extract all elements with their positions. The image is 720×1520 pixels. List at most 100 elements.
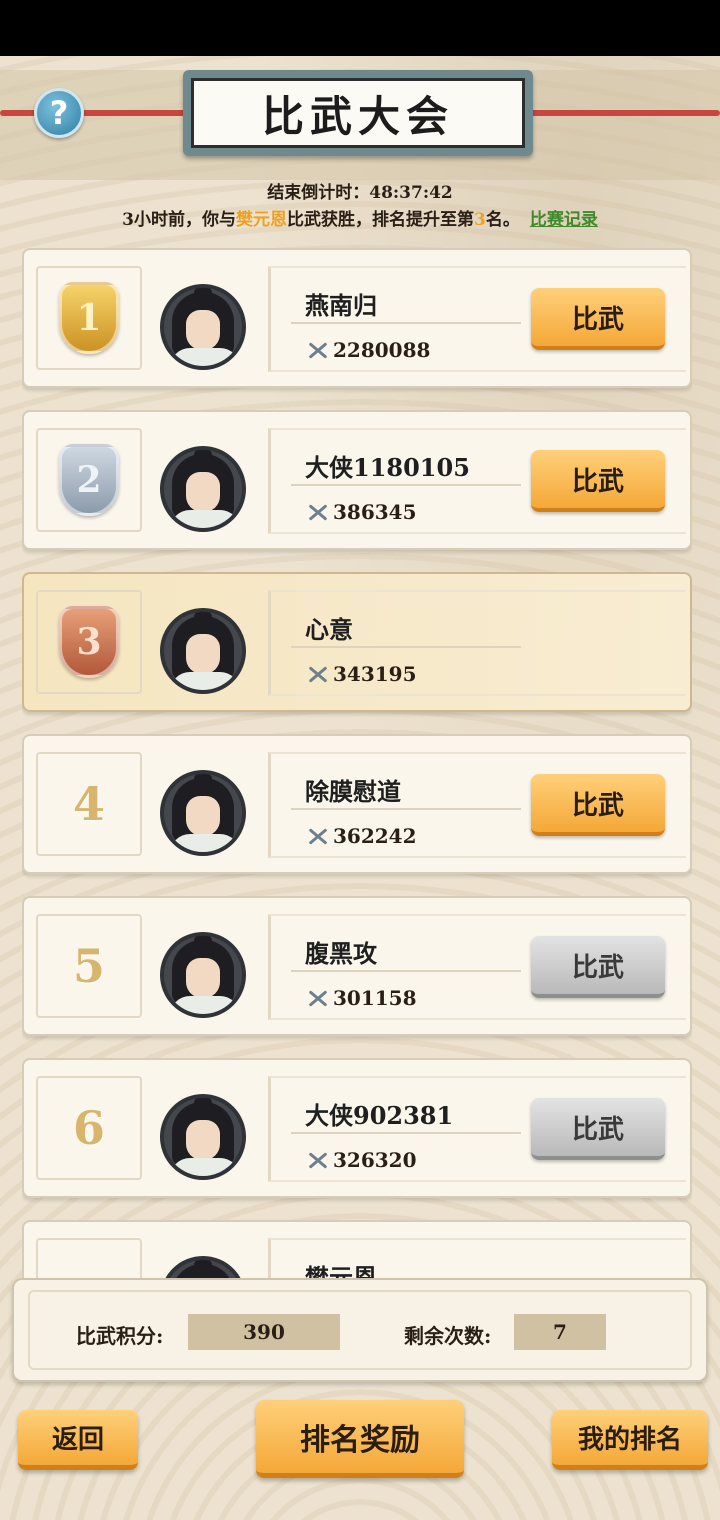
crossed-swords-icon [305,826,329,846]
gold-medal-icon: 1 [59,282,119,354]
avatar[interactable] [160,1080,246,1180]
red-rope-right [528,110,720,116]
countdown-value: 48:37:42 [369,183,453,203]
avatar[interactable] [160,594,246,694]
player-info: 大侠1180105 386345 比武 [268,428,686,534]
avatar-portrait [160,1256,246,1278]
avatar-portrait [160,932,246,1018]
player-info: 心意 343195 [268,590,686,696]
crossed-swords-icon [305,988,329,1008]
player-name: 心意 [305,615,353,644]
title-plaque: 比武大会 [183,70,533,156]
duel-button[interactable]: 比武 [531,774,665,836]
crossed-swords-icon [305,502,329,522]
match-record-link[interactable]: 比赛记录 [530,210,598,230]
countdown-label: 结束倒计时： [267,183,370,203]
duel-button[interactable]: 比武 [531,288,665,350]
avatar[interactable] [160,756,246,856]
countdown-text: 结束倒计时：48:37:42 [0,178,720,203]
ranking-row: 2 大侠1180105 386345 比武 [22,410,692,550]
duel-button[interactable]: 比武 [531,936,665,998]
avatar-portrait [160,1094,246,1180]
rank-badge: 1 [36,266,142,370]
remaining-value: 7 [514,1314,606,1350]
rank-number: 6 [72,1101,105,1155]
divider [291,646,521,648]
combat-power: 386345 [305,500,417,524]
avatar-portrait [160,284,246,370]
combat-power-value: 343195 [333,662,417,686]
player-info: 樊元恩 [268,1238,686,1278]
rank-number: 5 [72,939,105,993]
divider [291,970,521,972]
duel-button[interactable]: 比武 [531,1098,665,1160]
red-rope-left [0,110,190,116]
player-info: 燕南归 2280088 比武 [268,266,686,372]
player-name: 燕南归 [305,291,377,320]
status-bar [0,0,720,56]
question-mark-icon: ? [49,94,69,132]
divider [291,484,521,486]
avatar-portrait [160,770,246,856]
player-name: 大侠1180105 [305,453,470,482]
rank-badge: 5 [36,914,142,1018]
notice-middle: 比武获胜，排名提升至第 [287,210,474,230]
my-rank-button[interactable]: 我的排名 [552,1410,708,1470]
combat-power-value: 362242 [333,824,417,848]
page-title: 比武大会 [191,78,525,148]
player-info: 除膜慰道 362242 比武 [268,752,686,858]
points-label: 比武积分: [76,1324,164,1348]
back-button[interactable]: 返回 [18,1410,138,1470]
avatar-portrait [160,446,246,532]
rank-badge: 3 [36,590,142,694]
points-value: 390 [188,1314,340,1350]
bronze-medal-icon: 3 [59,606,119,678]
rank-rewards-button[interactable]: 排名奖励 [256,1400,464,1478]
combat-power: 301158 [305,986,417,1010]
help-button[interactable]: ? [34,88,84,138]
player-name: 腹黑攻 [305,939,377,968]
notice-rank: 3 [474,210,486,230]
rank-badge: 2 [36,428,142,532]
notice-suffix: 名。 [485,210,520,230]
ranking-row: 6 大侠902381 326320 比武 [22,1058,692,1198]
combat-power: 362242 [305,824,417,848]
player-name: 大侠902381 [305,1101,454,1130]
ranking-list[interactable]: 1 燕南归 2280088 比武 2 大侠1180105 386345 比武 3 心意 343195… [22,248,692,1278]
ranking-row: 樊元恩 [22,1220,692,1278]
combat-power: 2280088 [305,338,430,362]
player-name: 樊元恩 [305,1263,377,1278]
battle-notice: 3小时前，你与樊元恩比武获胜，排名提升至第3名。 比赛记录 [0,205,720,230]
combat-power-value: 2280088 [333,338,431,362]
ranking-row: 1 燕南归 2280088 比武 [22,248,692,388]
ranking-row: 4 除膜慰道 362242 比武 [22,734,692,874]
divider [291,322,521,324]
avatar-portrait [160,608,246,694]
score-inner: 比武积分: 390 剩余次数: 7 [28,1290,692,1370]
duel-button[interactable]: 比武 [531,450,665,512]
rank-badge: 4 [36,752,142,856]
rank-badge [36,1238,142,1278]
combat-power: 326320 [305,1148,417,1172]
avatar[interactable] [160,918,246,1018]
remaining-label: 剩余次数: [404,1324,492,1348]
player-info: 大侠902381 326320 比武 [268,1076,686,1182]
crossed-swords-icon [305,340,329,360]
divider [291,1132,521,1134]
combat-power: 343195 [305,662,417,686]
combat-power-value: 386345 [333,500,417,524]
divider [291,808,521,810]
combat-power-value: 301158 [333,986,417,1010]
player-info: 腹黑攻 301158 比武 [268,914,686,1020]
score-panel: 比武积分: 390 剩余次数: 7 [12,1278,708,1382]
avatar[interactable] [160,1242,246,1278]
player-name: 除膜慰道 [305,777,401,806]
ranking-row: 3 心意 343195 [22,572,692,712]
ranking-row: 5 腹黑攻 301158 比武 [22,896,692,1036]
notice-opponent: 樊元恩 [236,210,287,230]
silver-medal-icon: 2 [59,444,119,516]
rank-badge: 6 [36,1076,142,1180]
avatar[interactable] [160,270,246,370]
avatar[interactable] [160,432,246,532]
combat-power-value: 326320 [333,1148,417,1172]
